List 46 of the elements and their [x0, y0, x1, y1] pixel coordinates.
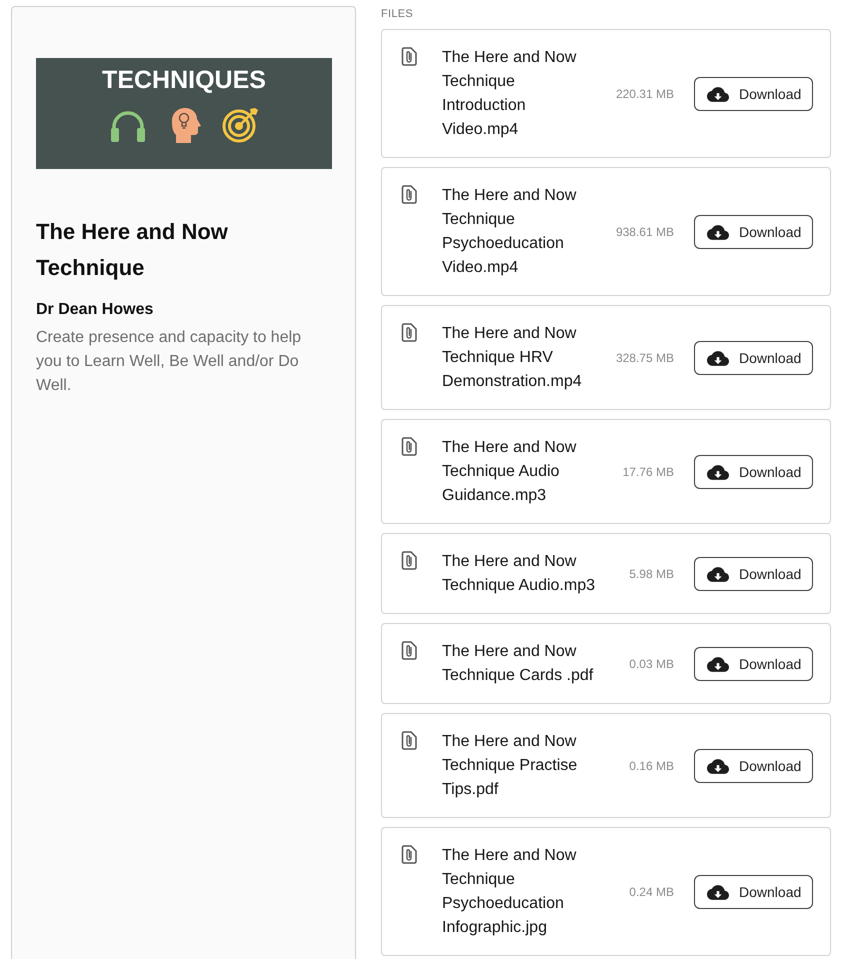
- download-button[interactable]: Download: [694, 647, 813, 681]
- file-name: The Here and Now Technique HRV Demonstration.mp4: [442, 324, 583, 392]
- download-button[interactable]: Download: [694, 77, 813, 111]
- cloud-download-icon: [707, 566, 729, 582]
- files-heading: FILES: [381, 7, 414, 21]
- file-size: 0.03 MB: [629, 656, 674, 672]
- paperclip-file-icon: [401, 731, 417, 750]
- paperclip-file-icon: [401, 185, 417, 204]
- download-button[interactable]: Download: [694, 557, 813, 591]
- course-description: Create presence and capacity to help you to Learn Well, Be Well and/or Do Well.: [36, 328, 302, 396]
- download-button[interactable]: Download: [694, 215, 813, 249]
- paperclip-file-icon: [401, 323, 417, 342]
- paperclip-file-icon: [401, 641, 417, 660]
- download-button[interactable]: Download: [694, 341, 813, 375]
- course-title: The Here and Now Technique: [36, 218, 229, 282]
- file-name: The Here and Now Technique Audio Guidance.mp3: [442, 438, 578, 506]
- file-name: The Here and Now Technique Practise Tips.pdf: [442, 732, 578, 800]
- file-size: 328.75 MB: [616, 350, 674, 366]
- file-size: 0.24 MB: [629, 884, 674, 900]
- paperclip-file-icon: [401, 47, 417, 66]
- file-size: 0.16 MB: [629, 758, 674, 774]
- banner-title: TECHNIQUES: [102, 67, 266, 94]
- file-size: 17.76 MB: [622, 464, 674, 480]
- download-button[interactable]: Download: [694, 749, 813, 783]
- author-name: Dr Dean Howes: [36, 300, 154, 320]
- file-size: 938.61 MB: [616, 224, 674, 240]
- file-name: The Here and Now Technique Audio.mp3: [442, 552, 596, 596]
- file-size: 5.98 MB: [629, 566, 674, 582]
- target-icon: [221, 107, 259, 143]
- cloud-download-icon: [707, 656, 729, 672]
- cloud-download-icon: [707, 464, 729, 480]
- cloud-download-icon: [707, 350, 729, 366]
- download-button[interactable]: Download: [694, 455, 813, 489]
- paperclip-file-icon: [401, 551, 417, 570]
- file-size: 220.31 MB: [616, 86, 674, 102]
- file-name: The Here and Now Technique Psychoeducation Infographic.jpg: [442, 846, 578, 938]
- file-name: The Here and Now Technique Psychoeducation Video.mp4: [442, 186, 578, 278]
- cloud-download-icon: [707, 884, 729, 900]
- cloud-download-icon: [707, 86, 729, 102]
- file-name: The Here and Now Technique Introduction Video.mp4: [442, 48, 578, 140]
- paperclip-file-icon: [401, 437, 417, 456]
- cloud-download-icon: [707, 758, 729, 774]
- paperclip-file-icon: [401, 845, 417, 864]
- cloud-download-icon: [707, 224, 729, 240]
- download-button[interactable]: Download: [694, 875, 813, 909]
- file-name: The Here and Now Technique Cards .pdf: [442, 642, 594, 686]
